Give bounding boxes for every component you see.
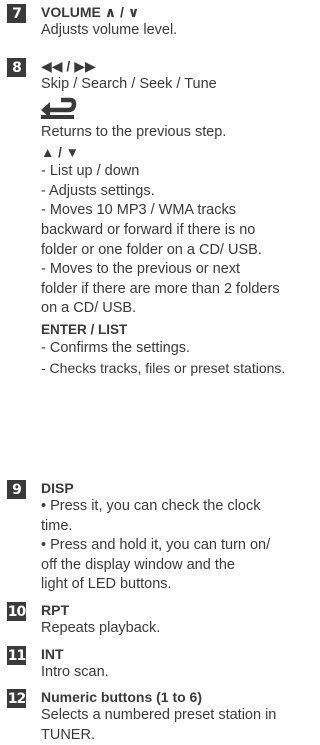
- item-description: light of LED buttons.: [41, 576, 172, 593]
- return-arrow-icon: [41, 97, 77, 119]
- enter-list-line: - Checks tracks, files or preset station…: [41, 359, 286, 376]
- item-description: • Press and hold it, you can turn on/: [41, 537, 271, 554]
- item-number-badge: 12: [7, 689, 26, 708]
- item-description: • Press it, you can check the clock: [41, 498, 261, 514]
- updown-line: - List up / down: [41, 163, 140, 180]
- item-number-badge: 10: [7, 602, 26, 621]
- item-description: TUNER.: [41, 726, 95, 743]
- item-description: Skip / Search / Seek / Tune: [41, 76, 217, 92]
- item-description: Intro scan.: [41, 664, 109, 680]
- item-title-numeric-buttons: Numeric buttons (1 to 6): [41, 689, 203, 705]
- item-title-rpt: RPT: [41, 602, 69, 618]
- updown-line: - Adjusts settings.: [41, 182, 155, 199]
- item-description: off the display window and the: [41, 556, 236, 573]
- item-title-disp: DISP: [41, 480, 74, 496]
- updown-line: backward or forward if there is no: [41, 221, 256, 238]
- item-description: Selects a numbered preset station in: [41, 707, 277, 723]
- enter-list-line: - Confirms the settings.: [41, 339, 191, 356]
- updown-title: ▲ / ▼: [41, 145, 79, 161]
- updown-line: - Moves 10 MP3 / WMA tracks: [41, 202, 236, 219]
- item-description: Adjusts volume level.: [41, 22, 178, 38]
- item-number-badge: 11: [7, 646, 26, 665]
- item-number-badge: 9: [7, 480, 26, 499]
- item-title-skip-search: ◀◀ / ▶▶: [41, 58, 96, 74]
- item-description: time.: [41, 517, 73, 534]
- item-number-badge: 7: [7, 4, 26, 23]
- enter-list-title: ENTER / LIST: [41, 321, 128, 337]
- return-description: Returns to the previous step.: [41, 123, 227, 140]
- item-title-int: INT: [41, 646, 64, 662]
- item-title-volume: VOLUME ∧ / ∨: [41, 4, 140, 20]
- updown-line: folder or one folder on a CD/ USB.: [41, 241, 262, 258]
- updown-line: - Moves to the previous or next: [41, 261, 241, 278]
- updown-line: on a CD/ USB.: [41, 300, 137, 317]
- item-description: Repeats playback.: [41, 620, 161, 636]
- updown-line: folder if there are more than 2 folders: [41, 280, 280, 297]
- item-number-badge: 8: [7, 58, 26, 77]
